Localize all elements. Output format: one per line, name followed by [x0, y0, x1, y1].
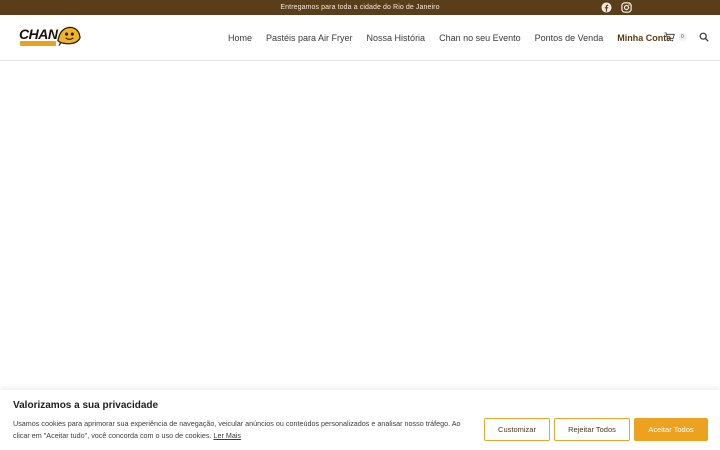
cart-count-badge: 0 [678, 33, 687, 41]
accept-all-button[interactable]: Aceitar Todos [634, 418, 708, 441]
read-more-link[interactable]: Ler Mais [213, 431, 241, 440]
announcement-text: Entregamos para toda a cidade do Rio de … [280, 4, 440, 11]
nav-nossa-historia[interactable]: Nossa História [367, 33, 426, 43]
social-links [601, 2, 632, 13]
nav-home[interactable]: Home [228, 33, 252, 43]
chan-logo[interactable]: CHAN [19, 26, 81, 49]
cookie-description: Usamos cookies para aprimorar sua experi… [13, 418, 478, 442]
search-icon[interactable] [699, 32, 709, 42]
logo-text: CHAN [19, 26, 58, 42]
instagram-icon[interactable] [621, 2, 632, 13]
customize-button[interactable]: Customizar [484, 418, 550, 441]
site-header: CHAN Home Pastéis para Air Fryer Nossa H… [0, 15, 720, 61]
nav-air-fryer[interactable]: Pastéis para Air Fryer [266, 33, 353, 43]
facebook-icon[interactable] [601, 2, 612, 13]
pastel-mascot-icon [57, 26, 81, 46]
top-announcement-bar: Entregamos para toda a cidade do Rio de … [0, 0, 720, 15]
cookie-consent-banner: Valorizamos a sua privacidade Usamos coo… [0, 390, 720, 450]
logo-ribbon [20, 41, 56, 46]
main-nav: Home Pastéis para Air Fryer Nossa Histór… [228, 15, 685, 61]
nav-evento[interactable]: Chan no seu Evento [439, 33, 521, 43]
nav-pontos-de-venda[interactable]: Pontos de Venda [535, 33, 604, 43]
cookie-title: Valorizamos a sua privacidade [13, 400, 159, 411]
cart-button[interactable]: 0 [664, 32, 687, 42]
reject-all-button[interactable]: Rejeitar Todos [554, 418, 630, 441]
cart-icon [664, 32, 675, 42]
